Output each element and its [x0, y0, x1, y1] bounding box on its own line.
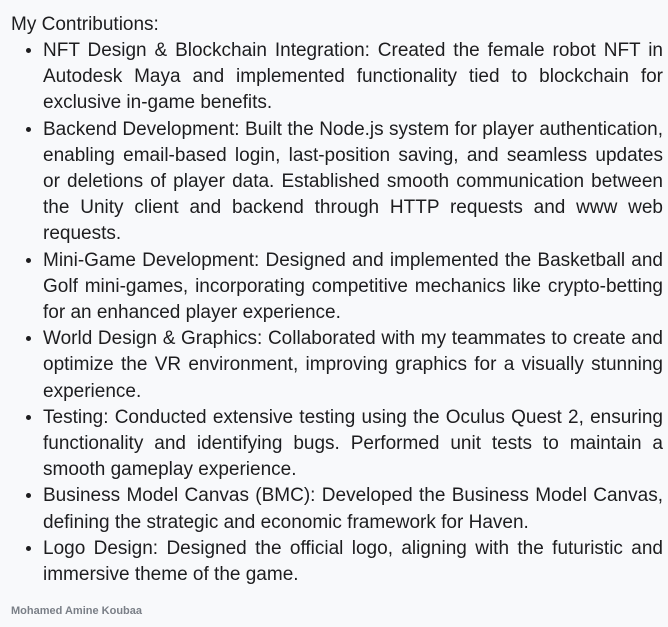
list-item: Testing: Conducted extensive testing usi…	[43, 405, 663, 484]
contributions-list: NFT Design & Blockchain Integration: Cre…	[0, 38, 663, 588]
list-item: World Design & Graphics: Collaborated wi…	[43, 326, 663, 405]
contributions-heading: My Contributions:	[11, 14, 159, 35]
list-item: Business Model Canvas (BMC): Developed t…	[43, 483, 663, 535]
list-item: Mini-Game Development: Designed and impl…	[43, 248, 663, 327]
list-item: Logo Design: Designed the official logo,…	[43, 536, 663, 588]
list-item: Backend Development: Built the Node.js s…	[43, 117, 663, 248]
list-item: NFT Design & Blockchain Integration: Cre…	[43, 38, 663, 117]
author-footer: Mohamed Amine Koubaa	[11, 605, 142, 617]
